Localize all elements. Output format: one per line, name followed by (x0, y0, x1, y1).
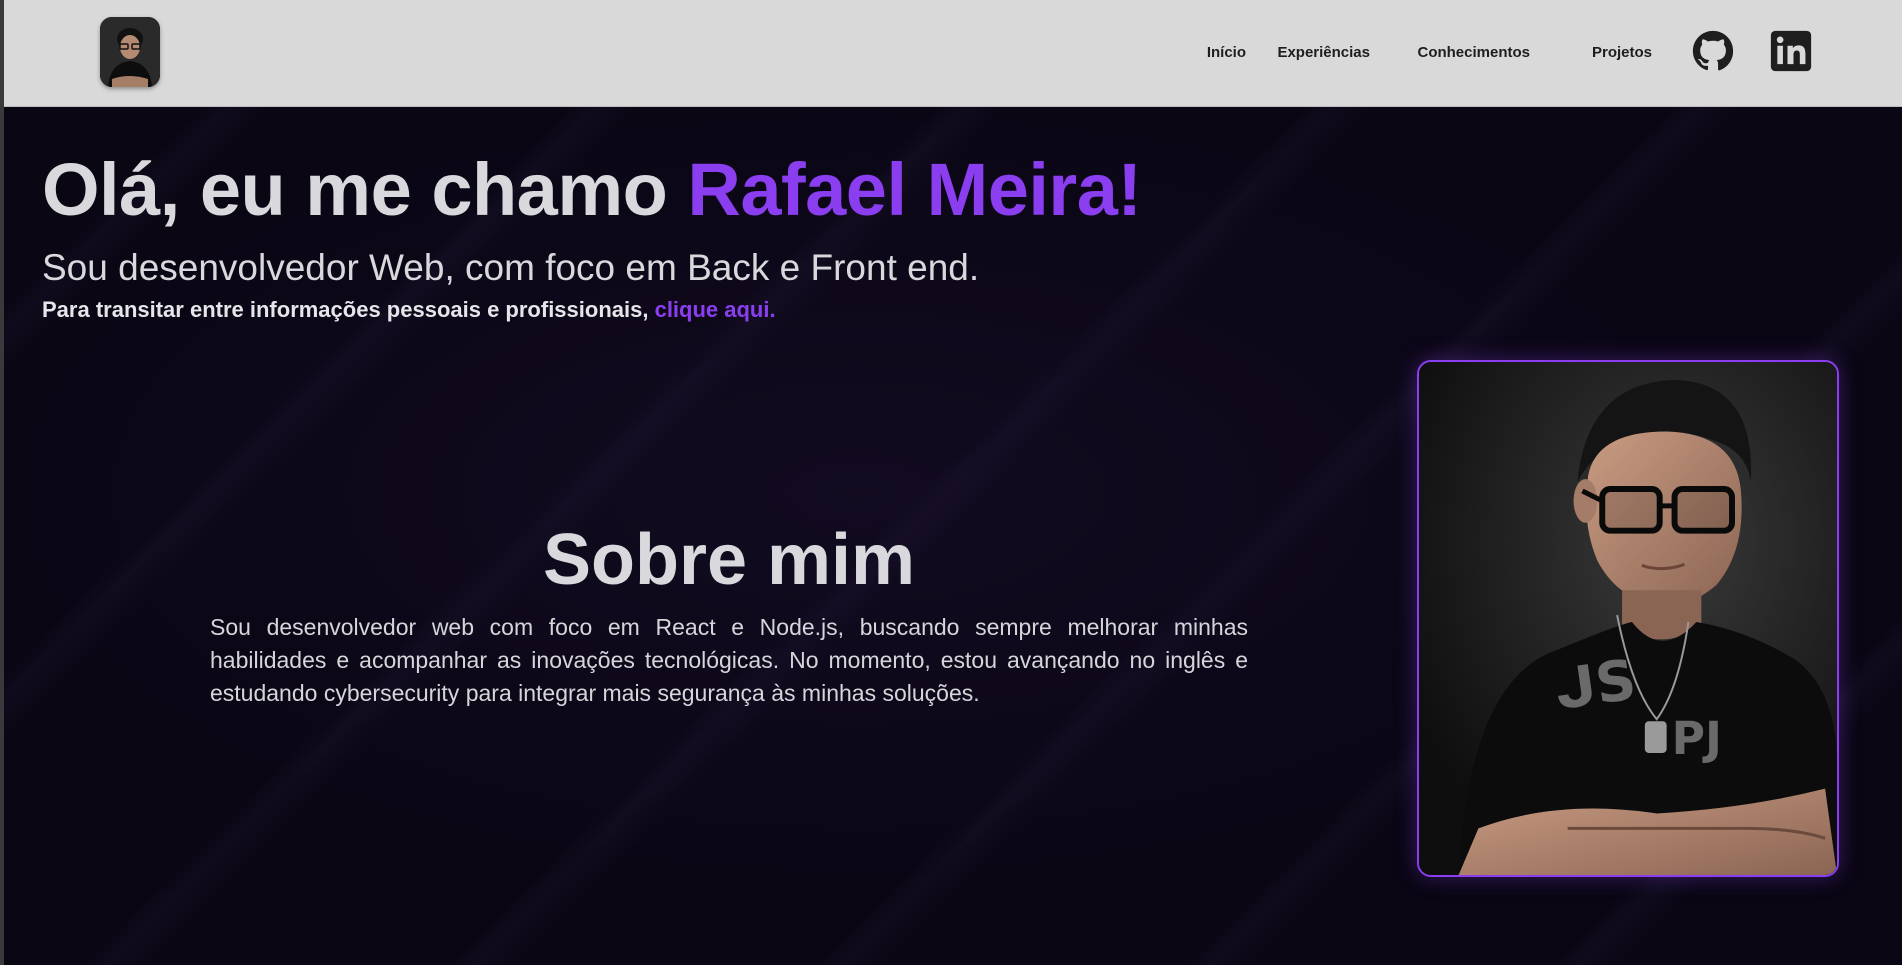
logo-avatar[interactable] (100, 17, 160, 87)
avatar-image (100, 17, 160, 87)
nav-link-projetos[interactable]: Projetos (1592, 44, 1652, 61)
github-icon[interactable] (1692, 30, 1734, 72)
profile-photo: ᒍS PJ (1417, 360, 1839, 877)
about-text: Sou desenvolvedor web com foco em React … (210, 614, 1248, 706)
about-title: Sobre mim (542, 520, 916, 600)
svg-text:PJ: PJ (1672, 712, 1722, 765)
nav-link-experiencias[interactable]: Experiências (1277, 44, 1370, 61)
svg-text:ᒍS: ᒍS (1551, 647, 1640, 723)
nav-link-inicio[interactable]: Início (1207, 44, 1246, 61)
hero-title: Olá, eu me chamo Rafael Meira! (42, 153, 1142, 227)
hero-note: Para transitar entre informações pessoai… (42, 297, 776, 323)
profile-photo-image: ᒍS PJ (1419, 362, 1837, 875)
toggle-info-link[interactable]: clique aqui. (655, 297, 776, 322)
nav-link-conhecimentos[interactable]: Conhecimentos (1417, 44, 1530, 61)
linkedin-icon[interactable] (1770, 30, 1812, 72)
hero-subtitle: Sou desenvolvedor Web, com foco em Back … (42, 247, 980, 288)
page: Início Experiências Conhecimentos Projet… (4, 0, 1902, 965)
hero-greeting: Olá, eu me chamo (42, 148, 688, 231)
hero-name: Rafael Meira! (687, 148, 1142, 231)
top-navbar: Início Experiências Conhecimentos Projet… (4, 0, 1902, 107)
hero-note-text: Para transitar entre informações pessoai… (42, 297, 655, 322)
